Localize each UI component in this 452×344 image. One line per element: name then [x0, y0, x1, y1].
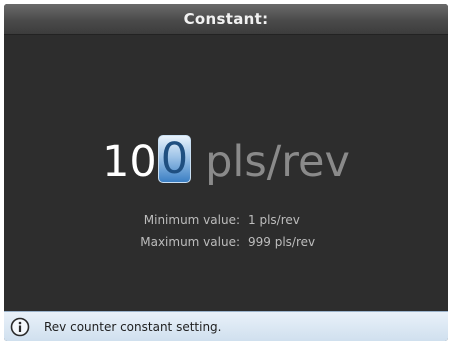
maximum-label: Maximum value:	[140, 235, 240, 249]
value-digits: 10	[102, 137, 157, 187]
screen-frame: Constant: 100 pls/rev Minimum value: 1 pls…	[0, 0, 452, 344]
dialog-titlebar: Constant:	[4, 4, 448, 35]
maximum-value: 999 pls/rev	[248, 235, 316, 249]
value-entry[interactable]: 100 pls/rev	[4, 134, 448, 194]
maximum-row: Maximum value: 999 pls/rev	[4, 231, 448, 253]
dialog-title: Constant:	[183, 10, 269, 28]
minimum-row: Minimum value: 1 pls/rev	[4, 209, 448, 231]
value-unit: pls/rev	[205, 137, 350, 187]
constant-dialog: Constant: 100 pls/rev Minimum value: 1 pls…	[4, 4, 448, 341]
info-icon	[10, 317, 30, 337]
minimum-value: 1 pls/rev	[248, 213, 300, 227]
status-message: Rev counter constant setting.	[44, 320, 222, 334]
cursor-digit[interactable]: 0	[157, 135, 192, 183]
status-bar: Rev counter constant setting.	[4, 311, 448, 341]
limits-info: Minimum value: 1 pls/rev Maximum value: 99…	[4, 209, 448, 253]
minimum-label: Minimum value:	[143, 213, 240, 227]
